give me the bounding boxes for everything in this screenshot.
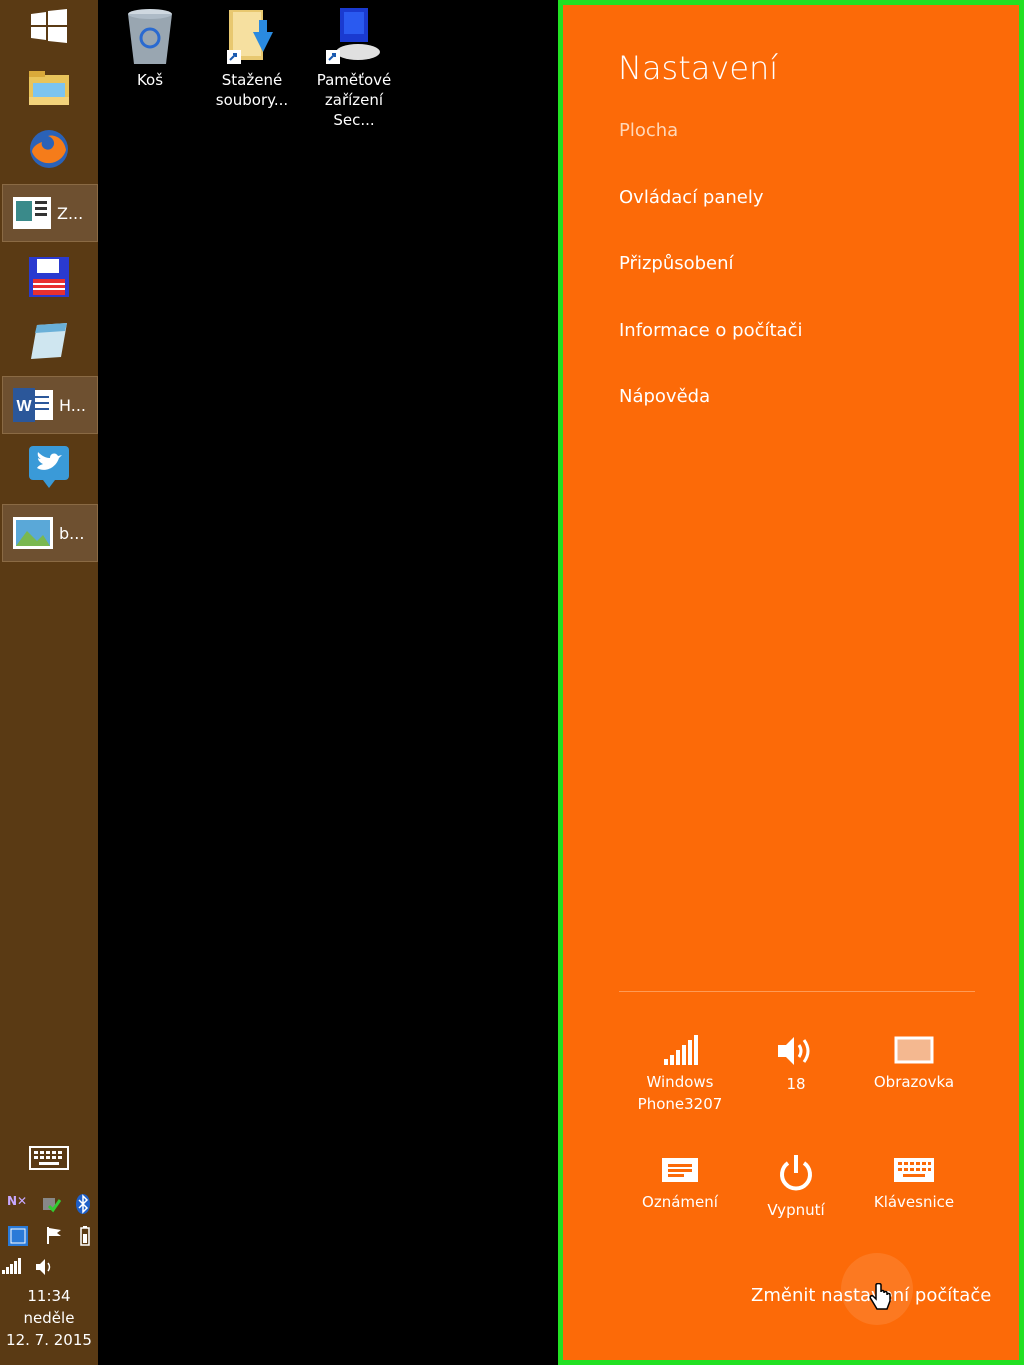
- desktop-icon-label-line2: soubory...: [215, 91, 289, 109]
- quick-setting-network-label: Windows Phone3207: [637, 1073, 723, 1113]
- photos-icon: [13, 517, 53, 549]
- quick-setting-network[interactable]: Windows Phone3207: [620, 1035, 740, 1115]
- quick-setting-volume-label: 18: [786, 1075, 806, 1093]
- folder-icon: [29, 71, 69, 105]
- firefox-pin[interactable]: [0, 126, 98, 172]
- bluetooth-icon[interactable]: [75, 1194, 91, 1214]
- word-icon: W: [13, 388, 53, 422]
- quick-setting-keyboard-label: Klávesnice: [873, 1193, 955, 1211]
- settings-link-pc-info[interactable]: Informace o počítači: [619, 320, 802, 341]
- desktop-icon-downloads[interactable]: Stažené soubory...: [202, 8, 302, 110]
- downloads-folder-icon: [227, 10, 273, 64]
- quick-setting-keyboard[interactable]: Klávesnice: [854, 1155, 974, 1213]
- quick-setting-notifications-label: Oznámení: [642, 1193, 718, 1211]
- settings-link-desktop[interactable]: Plocha: [619, 120, 678, 141]
- quick-settings-divider: [619, 991, 975, 992]
- wifi-signal-icon: [664, 1035, 698, 1065]
- quick-setting-notifications[interactable]: Oznámení: [620, 1155, 740, 1213]
- language-tray-icon[interactable]: [8, 1226, 29, 1246]
- quick-setting-power[interactable]: Vypnutí: [736, 1153, 856, 1221]
- taskbar-running-app-3-label: b...: [59, 523, 85, 543]
- hand-pointer-icon: [869, 1283, 891, 1310]
- desktop-icon-label: Koš: [136, 71, 164, 89]
- network-status-tray-icon[interactable]: N✕: [7, 1194, 27, 1214]
- taskbar-running-app-3[interactable]: b...: [2, 504, 98, 562]
- save-app-pin[interactable]: [0, 254, 98, 300]
- settings-link-control-panel[interactable]: Ovládací panely: [619, 187, 764, 208]
- clock-day: neděle: [23, 1309, 75, 1327]
- speaker-icon[interactable]: [36, 1258, 54, 1276]
- desktop-icon-label: Paměťové: [316, 71, 392, 89]
- taskbar: Z... W H... b... N✕ 11:34 neděle 12. 7. …: [0, 0, 98, 1365]
- taskbar-clock[interactable]: 11:34 neděle 12. 7. 2015: [0, 1285, 98, 1351]
- file-explorer-pin[interactable]: [0, 64, 98, 110]
- windows-logo-icon: [31, 9, 67, 43]
- recycle-bin-icon: [128, 9, 172, 64]
- newspaper-app-icon: [13, 197, 51, 229]
- clock-date: 12. 7. 2015: [6, 1331, 92, 1349]
- desktop-icon-storage-device[interactable]: Paměťové zařízení Sec...: [304, 8, 404, 130]
- volume-icon: [778, 1037, 810, 1065]
- desktop-icon-recycle-bin[interactable]: Koš: [100, 8, 200, 90]
- desktop-icon-label: Stažené: [221, 71, 283, 89]
- floppy-disk-icon: [29, 257, 69, 297]
- keyboard-icon: [894, 1158, 934, 1182]
- signal-strength-icon[interactable]: [2, 1258, 22, 1274]
- quick-setting-power-label: Vypnutí: [767, 1201, 825, 1219]
- quick-setting-screen[interactable]: Obrazovka: [854, 1035, 974, 1093]
- taskbar-running-app-2[interactable]: W H...: [2, 376, 98, 434]
- notepad-icon: [31, 323, 67, 359]
- storage-device-icon: [326, 8, 380, 64]
- desktop-icon-label-line2: zařízení Sec...: [324, 91, 384, 129]
- settings-charm-panel: Nastavení Plocha Ovládací panely Přizpůs…: [558, 0, 1024, 1365]
- twitter-icon: [29, 446, 69, 488]
- twitter-pin[interactable]: [0, 444, 98, 490]
- start-button[interactable]: [0, 6, 98, 46]
- clock-time: 11:34: [27, 1287, 71, 1305]
- safely-remove-hardware-icon[interactable]: [41, 1194, 62, 1214]
- settings-link-personalization[interactable]: Přizpůsobení: [619, 253, 734, 274]
- tray-row-3: [0, 1258, 100, 1276]
- notepad-pin[interactable]: [0, 318, 98, 364]
- quick-setting-screen-label: Obrazovka: [873, 1073, 955, 1091]
- taskbar-running-app-1[interactable]: Z...: [2, 184, 98, 242]
- firefox-icon: [30, 130, 68, 168]
- keyboard-icon: [29, 1146, 69, 1170]
- charm-title: Nastavení: [618, 49, 779, 87]
- screen-icon: [894, 1036, 934, 1064]
- taskbar-running-app-1-label: Z...: [57, 203, 84, 223]
- touch-keyboard-tray[interactable]: [0, 1146, 98, 1170]
- settings-link-help[interactable]: Nápověda: [619, 386, 710, 407]
- svg-text:W: W: [16, 398, 32, 415]
- notifications-icon: [662, 1158, 698, 1182]
- tray-row-1: N✕: [0, 1194, 98, 1214]
- power-icon: [780, 1155, 812, 1191]
- tray-row-2: [0, 1226, 98, 1246]
- taskbar-running-app-2-label: H...: [59, 395, 87, 415]
- action-center-flag-icon[interactable]: [45, 1226, 63, 1244]
- quick-setting-volume[interactable]: 18: [736, 1035, 856, 1095]
- battery-icon[interactable]: [79, 1226, 90, 1246]
